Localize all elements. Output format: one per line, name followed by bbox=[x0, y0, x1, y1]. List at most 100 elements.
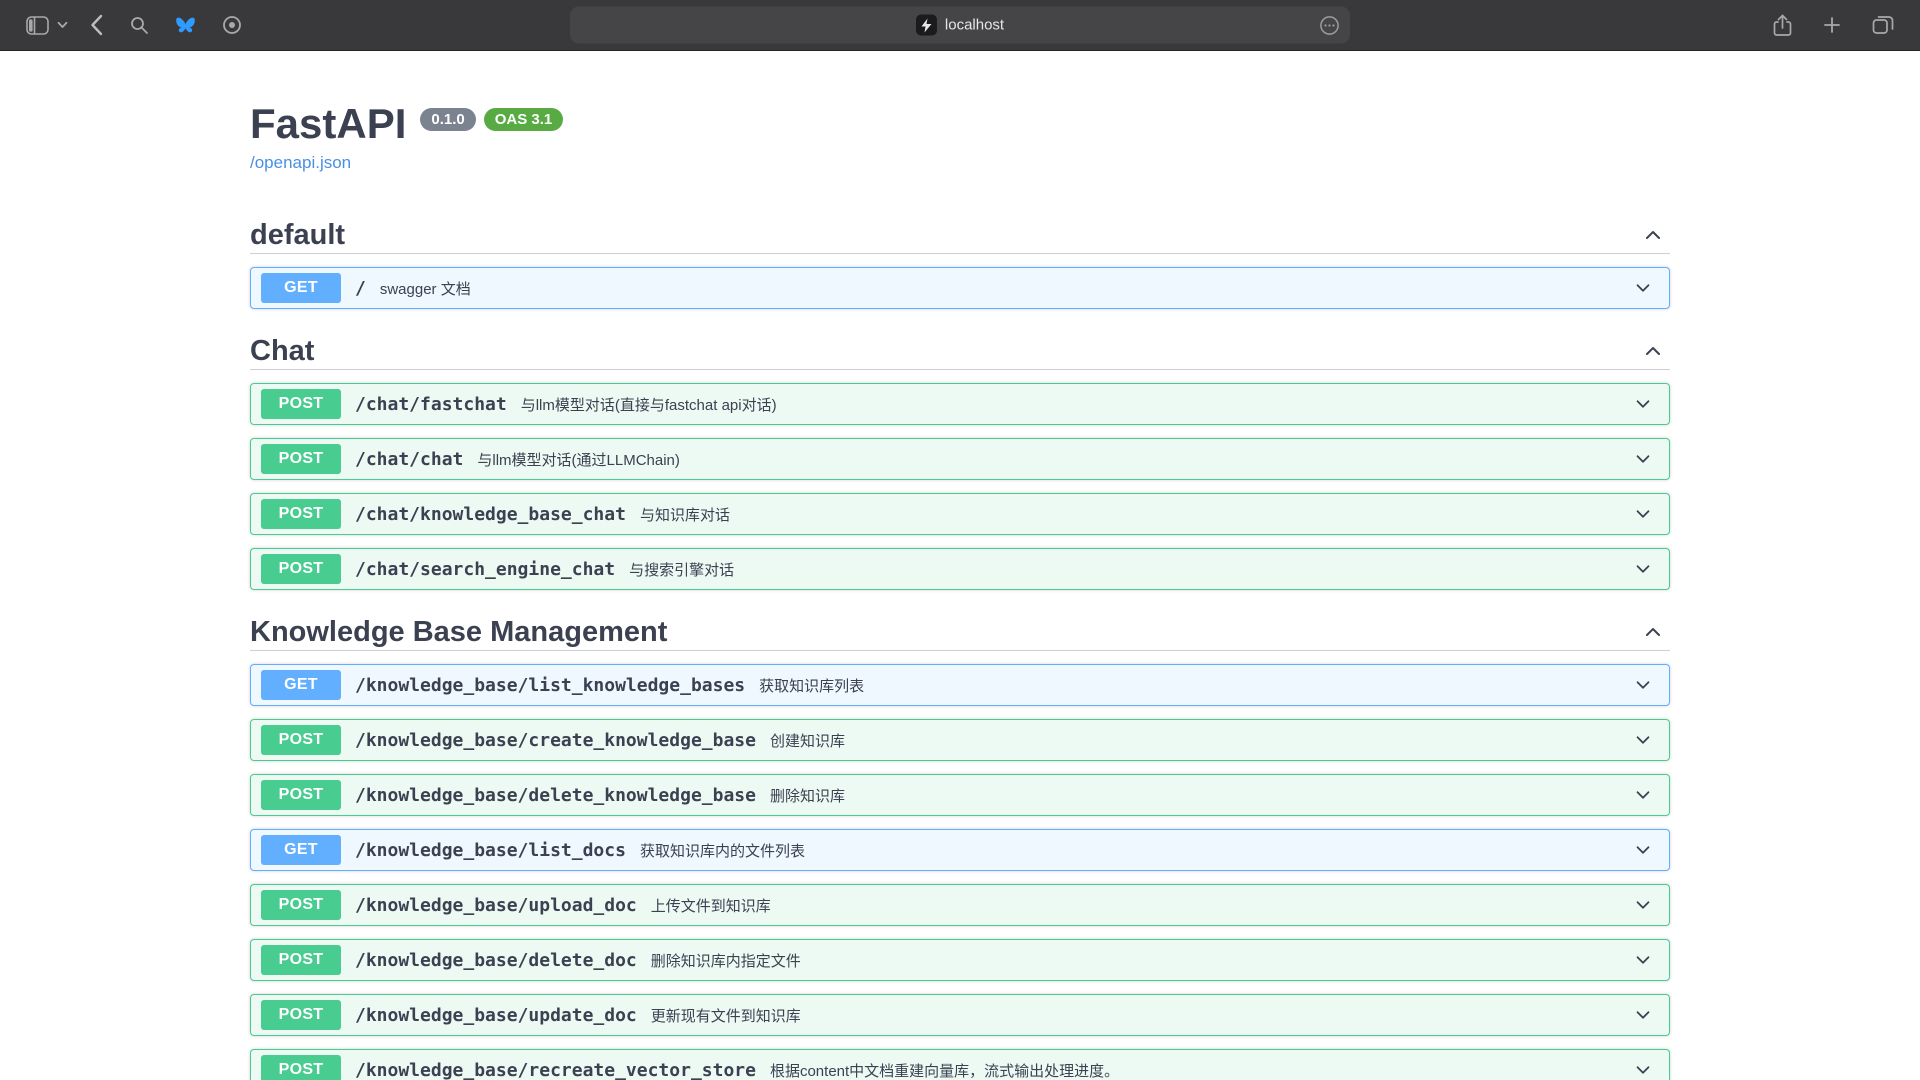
chevron-down-icon bbox=[1633, 840, 1653, 860]
site-favicon-icon bbox=[916, 15, 937, 36]
expand-operation-button[interactable] bbox=[1633, 504, 1659, 524]
operation-row[interactable]: GET /knowledge_base/list_knowledge_bases… bbox=[250, 664, 1670, 706]
operation-path: / bbox=[355, 278, 366, 299]
share-icon bbox=[1773, 14, 1792, 37]
method-badge: POST bbox=[261, 1055, 341, 1080]
operation-row[interactable]: POST /chat/search_engine_chat 与搜索引擎对话 bbox=[250, 548, 1670, 590]
tag-name: Knowledge Base Management bbox=[250, 614, 667, 650]
method-badge: POST bbox=[261, 725, 341, 755]
openapi-spec-link[interactable]: /openapi.json bbox=[250, 153, 351, 173]
tag-name: Chat bbox=[250, 333, 314, 369]
operation-path: /knowledge_base/update_doc bbox=[355, 1005, 637, 1026]
tag-section: Knowledge Base Management GET /knowledge… bbox=[250, 614, 1670, 1080]
extension-record-button[interactable] bbox=[222, 15, 242, 35]
chevron-down-icon bbox=[1633, 1060, 1653, 1080]
operation-row[interactable]: POST /chat/knowledge_base_chat 与知识库对话 bbox=[250, 493, 1670, 535]
chevron-down-icon bbox=[1633, 785, 1653, 805]
new-tab-button[interactable] bbox=[1822, 15, 1842, 35]
operation-row[interactable]: POST /knowledge_base/delete_knowledge_ba… bbox=[250, 774, 1670, 816]
expand-operation-button[interactable] bbox=[1633, 950, 1659, 970]
operation-row[interactable]: POST /knowledge_base/create_knowledge_ba… bbox=[250, 719, 1670, 761]
operation-row[interactable]: POST /knowledge_base/update_doc 更新现有文件到知… bbox=[250, 994, 1670, 1036]
extension-butterfly-button[interactable] bbox=[175, 16, 196, 35]
tab-overview-button[interactable] bbox=[1872, 15, 1894, 35]
toolbar-left-group bbox=[26, 14, 268, 36]
operation-list: POST /chat/fastchat 与llm模型对话(直接与fastchat… bbox=[250, 370, 1670, 590]
operation-path: /knowledge_base/list_knowledge_bases bbox=[355, 675, 745, 696]
operation-path: /chat/knowledge_base_chat bbox=[355, 504, 626, 525]
chevron-down-icon bbox=[1633, 730, 1653, 750]
expand-operation-button[interactable] bbox=[1633, 278, 1659, 298]
expand-operation-button[interactable] bbox=[1633, 730, 1659, 750]
operation-summary: 与搜索引擎对话 bbox=[629, 559, 734, 580]
expand-operation-button[interactable] bbox=[1633, 840, 1659, 860]
version-badge: 0.1.0 bbox=[420, 108, 475, 131]
address-text: localhost bbox=[945, 17, 1004, 34]
operation-row[interactable]: GET / swagger 文档 bbox=[250, 267, 1670, 309]
api-title: FastAPI bbox=[250, 101, 406, 147]
operation-summary: 删除知识库 bbox=[770, 785, 845, 806]
address-bar[interactable]: localhost bbox=[570, 7, 1350, 44]
chevron-down-icon bbox=[1633, 394, 1653, 414]
search-button[interactable] bbox=[129, 15, 149, 35]
method-badge: POST bbox=[261, 780, 341, 810]
plus-icon bbox=[1822, 15, 1842, 35]
method-badge: POST bbox=[261, 890, 341, 920]
expand-operation-button[interactable] bbox=[1633, 785, 1659, 805]
tag-header[interactable]: Knowledge Base Management bbox=[250, 614, 1670, 651]
expand-operation-button[interactable] bbox=[1633, 559, 1659, 579]
expand-operation-button[interactable] bbox=[1633, 394, 1659, 414]
tab-overview-icon bbox=[1872, 15, 1894, 35]
operation-path: /chat/fastchat bbox=[355, 394, 507, 415]
tag-header[interactable]: default bbox=[250, 217, 1670, 254]
expand-operation-button[interactable] bbox=[1633, 675, 1659, 695]
tag-section: Chat POST /chat/fastchat 与llm模型对话(直接与fas… bbox=[250, 333, 1670, 590]
method-badge: GET bbox=[261, 670, 341, 700]
operation-summary: 更新现有文件到知识库 bbox=[651, 1005, 801, 1026]
operation-row[interactable]: POST /knowledge_base/delete_doc 删除知识库内指定… bbox=[250, 939, 1670, 981]
chevron-up-icon bbox=[1642, 621, 1664, 643]
sidebar-menu-chevron[interactable] bbox=[57, 21, 68, 29]
operation-path: /chat/search_engine_chat bbox=[355, 559, 615, 580]
operation-row[interactable]: POST /knowledge_base/upload_doc 上传文件到知识库 bbox=[250, 884, 1670, 926]
expand-operation-button[interactable] bbox=[1633, 1060, 1659, 1080]
collapse-section-button[interactable] bbox=[1642, 224, 1670, 246]
operation-summary: 与llm模型对话(直接与fastchat api对话) bbox=[521, 394, 777, 415]
oas-badge: OAS 3.1 bbox=[484, 108, 564, 131]
swagger-ui-page: FastAPI 0.1.0 OAS 3.1 /openapi.json defa… bbox=[250, 51, 1670, 1080]
toolbar-right-group bbox=[1743, 14, 1894, 37]
chevron-down-icon bbox=[57, 21, 68, 29]
operation-summary: 上传文件到知识库 bbox=[651, 895, 771, 916]
method-badge: POST bbox=[261, 1000, 341, 1030]
tag-section: default GET / swagger 文档 bbox=[250, 217, 1670, 309]
operation-summary: 根据content中文档重建向量库，流式输出处理进度。 bbox=[770, 1060, 1119, 1080]
chevron-left-icon bbox=[90, 14, 103, 36]
operation-row[interactable]: POST /chat/chat 与llm模型对话(通过LLMChain) bbox=[250, 438, 1670, 480]
api-info: FastAPI 0.1.0 OAS 3.1 /openapi.json bbox=[250, 101, 1670, 173]
back-button[interactable] bbox=[90, 14, 103, 36]
operation-summary: 获取知识库内的文件列表 bbox=[640, 840, 805, 861]
ellipsis-circle-icon bbox=[1319, 15, 1340, 36]
chevron-down-icon bbox=[1633, 895, 1653, 915]
sidebar-toggle-button[interactable] bbox=[26, 16, 49, 35]
collapse-section-button[interactable] bbox=[1642, 340, 1670, 362]
expand-operation-button[interactable] bbox=[1633, 449, 1659, 469]
operation-row[interactable]: POST /knowledge_base/recreate_vector_sto… bbox=[250, 1049, 1670, 1080]
operation-row[interactable]: GET /knowledge_base/list_docs 获取知识库内的文件列… bbox=[250, 829, 1670, 871]
share-button[interactable] bbox=[1773, 14, 1792, 37]
sidebar-icon bbox=[26, 16, 49, 35]
expand-operation-button[interactable] bbox=[1633, 1005, 1659, 1025]
operation-path: /knowledge_base/upload_doc bbox=[355, 895, 637, 916]
operation-row[interactable]: POST /chat/fastchat 与llm模型对话(直接与fastchat… bbox=[250, 383, 1670, 425]
butterfly-icon bbox=[175, 16, 196, 35]
page-menu-button[interactable] bbox=[1319, 15, 1340, 36]
operation-summary: 与llm模型对话(通过LLMChain) bbox=[477, 449, 680, 470]
collapse-section-button[interactable] bbox=[1642, 621, 1670, 643]
chevron-down-icon bbox=[1633, 950, 1653, 970]
record-circle-icon bbox=[222, 15, 242, 35]
chevron-down-icon bbox=[1633, 278, 1653, 298]
tag-header[interactable]: Chat bbox=[250, 333, 1670, 370]
chevron-up-icon bbox=[1642, 224, 1664, 246]
expand-operation-button[interactable] bbox=[1633, 895, 1659, 915]
title-badges: 0.1.0 OAS 3.1 bbox=[420, 108, 563, 131]
